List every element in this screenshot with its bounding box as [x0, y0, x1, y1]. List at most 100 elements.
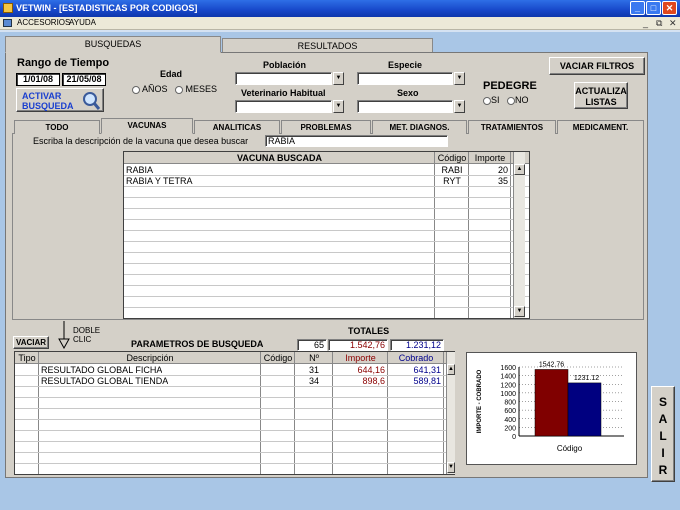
radio-no-circle[interactable] [507, 96, 515, 105]
y-axis-label: IMPORTE - COBRADO [477, 369, 483, 433]
result-row-1-descripcion[interactable]: RESULTADO GLOBAL FICHA [41, 365, 162, 375]
y-tick-label: 200 [504, 425, 516, 432]
doble-clic-label: DOBLE CLIC [73, 326, 100, 344]
y-tick-label: 1400 [500, 374, 516, 381]
vaciar-button[interactable]: VACIAR [13, 336, 49, 349]
scroll-down-icon[interactable]: ▼ [514, 306, 525, 317]
window-title: VETWIN - [ESTADISTICAS POR CODIGOS] [16, 3, 198, 13]
radio-anos[interactable]: AÑOS [132, 84, 168, 94]
poblacion-dropdown-icon[interactable]: ▼ [333, 72, 344, 85]
time-range-label: Rango de Tiempo [17, 57, 110, 69]
salir-letter: L [659, 429, 667, 443]
menu-bar: ACCESORIOS AYUDA _ ⧉ ✕ [0, 17, 680, 30]
subtab-vacunas[interactable]: VACUNAS [101, 118, 193, 134]
menu-accesorios[interactable]: ACCESORIOS [17, 18, 70, 27]
vaccine-row-1-code[interactable]: RABI [435, 165, 469, 175]
poblacion-select[interactable] [235, 72, 332, 85]
vaccine-row-1-importe[interactable]: 20 [469, 165, 508, 175]
col-importe-header: Importe [345, 353, 376, 363]
especie-label: Especie [388, 60, 423, 70]
bar-series-2 [567, 382, 602, 437]
total-importe-field: 1.542,76 [328, 339, 388, 351]
mdi-minimize-button[interactable]: _ [643, 18, 648, 28]
y-tick-label: 600 [504, 408, 516, 415]
minimize-button[interactable]: _ [630, 1, 645, 15]
radio-si-label: SI [491, 95, 500, 105]
date-to-field[interactable]: 21/05/08 [62, 73, 106, 86]
vaccine-search-input[interactable]: RABIA [265, 135, 448, 147]
radio-si[interactable]: SI [483, 95, 500, 105]
busquedas-panel: Rango de Tiempo 1/01/08 21/05/08 ACTIVAR… [5, 52, 648, 478]
poblacion-label: Población [263, 60, 307, 70]
subtab-analiticas[interactable]: ANALITICAS [194, 120, 280, 134]
result-row-1-importe[interactable]: 644,16 [333, 365, 385, 375]
result-row-2-cobrado[interactable]: 589,81 [388, 376, 441, 386]
radio-anos-circle[interactable] [132, 85, 140, 94]
col-divider [510, 152, 511, 318]
title-bar: VETWIN - [ESTADISTICAS POR CODIGOS] _ □ … [0, 0, 680, 17]
vaccine-row-2-importe[interactable]: 35 [469, 176, 508, 186]
result-row-2-importe[interactable]: 898,6 [333, 376, 385, 386]
y-tick-label: 800 [504, 400, 516, 407]
radio-si-circle[interactable] [483, 96, 491, 105]
especie-dropdown-icon[interactable]: ▼ [454, 72, 465, 85]
date-from-field[interactable]: 1/01/08 [16, 73, 60, 86]
close-button[interactable]: ✕ [662, 1, 677, 15]
vaciar-filtros-button[interactable]: VACIAR FILTROS [549, 57, 645, 75]
scroll-down-icon[interactable]: ▼ [447, 462, 455, 473]
col-vacuna-header: VACUNA BUSCADA [237, 153, 322, 163]
mdi-restore-button[interactable]: ⧉ [656, 18, 662, 29]
scroll-up-icon[interactable]: ▲ [514, 164, 525, 175]
col-cobrado-header: Cobrado [398, 353, 434, 363]
activar-busqueda-button[interactable]: ACTIVAR BUSQUEDA [16, 88, 104, 112]
document-icon [3, 19, 12, 27]
sexo-select[interactable] [357, 100, 453, 113]
tab-busquedas[interactable]: BUSQUEDAS [5, 36, 221, 53]
pedegre-label: PEDEGRE [483, 80, 537, 92]
total-cobrado-field: 1.231,12 [390, 339, 444, 351]
sexo-dropdown-icon[interactable]: ▼ [454, 100, 465, 113]
vaccine-row-1-name[interactable]: RABIA [126, 165, 153, 175]
data-label: 1231.12 [574, 375, 599, 382]
result-row-2-descripcion[interactable]: RESULTADO GLOBAL TIENDA [41, 376, 168, 386]
actualiza-line2: LISTAS [585, 97, 617, 107]
doble-line: DOBLE [73, 326, 101, 335]
vaccine-row-2-code[interactable]: RYT [435, 176, 469, 186]
mdi-close-button[interactable]: ✕ [669, 18, 677, 29]
result-row-2-num[interactable]: 34 [295, 376, 333, 386]
col-importe-header: Importe [474, 153, 506, 163]
totales-label: TOTALES [348, 326, 390, 336]
subtab-tratamientos[interactable]: TRATAMIENTOS [468, 120, 556, 134]
vaccine-table-scrollbar[interactable]: ▲ ▼ [513, 152, 525, 318]
result-row-1-cobrado[interactable]: 641,31 [388, 365, 441, 375]
bar-series-1 [534, 369, 569, 437]
result-table-scrollbar[interactable]: ▲ ▼ [446, 352, 455, 474]
veterinario-dropdown-icon[interactable]: ▼ [333, 100, 344, 113]
veterinario-select[interactable] [235, 100, 332, 113]
vaccine-row-2-name[interactable]: RABIA Y TETRA [126, 176, 193, 186]
tab-resultados[interactable]: RESULTADOS [222, 38, 433, 53]
maximize-button[interactable]: □ [646, 1, 661, 15]
result-table-header: Tipo Descripción Código Nº Importe Cobra… [15, 352, 454, 364]
actualiza-listas-button[interactable]: ACTUALIZA LISTAS [574, 82, 628, 109]
col-codigo-header: Código [437, 153, 467, 163]
radio-no[interactable]: NO [507, 95, 529, 105]
salir-button[interactable]: S A L I R [651, 386, 675, 482]
subtab-problemas[interactable]: PROBLEMAS [281, 120, 371, 134]
scroll-up-icon[interactable]: ▲ [447, 364, 455, 375]
actualiza-line1: ACTUALIZA [575, 86, 627, 96]
salir-letter: A [658, 412, 668, 426]
result-row-1-num[interactable]: 31 [295, 365, 333, 375]
vacunas-panel: Escriba la descripción de la vacuna que … [12, 133, 644, 320]
especie-select[interactable] [357, 72, 453, 85]
subtab-met-diagnos[interactable]: MET. DIAGNOS. [372, 120, 467, 134]
menu-ayuda[interactable]: AYUDA [69, 18, 96, 27]
salir-letter: I [661, 446, 665, 460]
y-tick-label: 400 [504, 417, 516, 424]
y-tick-label: 0 [512, 434, 516, 441]
subtab-todo[interactable]: TODO [14, 120, 100, 134]
subtab-medicament[interactable]: MEDICAMENT. [557, 120, 644, 134]
radio-meses-circle[interactable] [175, 85, 183, 94]
result-table: Tipo Descripción Código Nº Importe Cobra… [14, 351, 455, 475]
radio-meses[interactable]: MESES [175, 84, 217, 94]
